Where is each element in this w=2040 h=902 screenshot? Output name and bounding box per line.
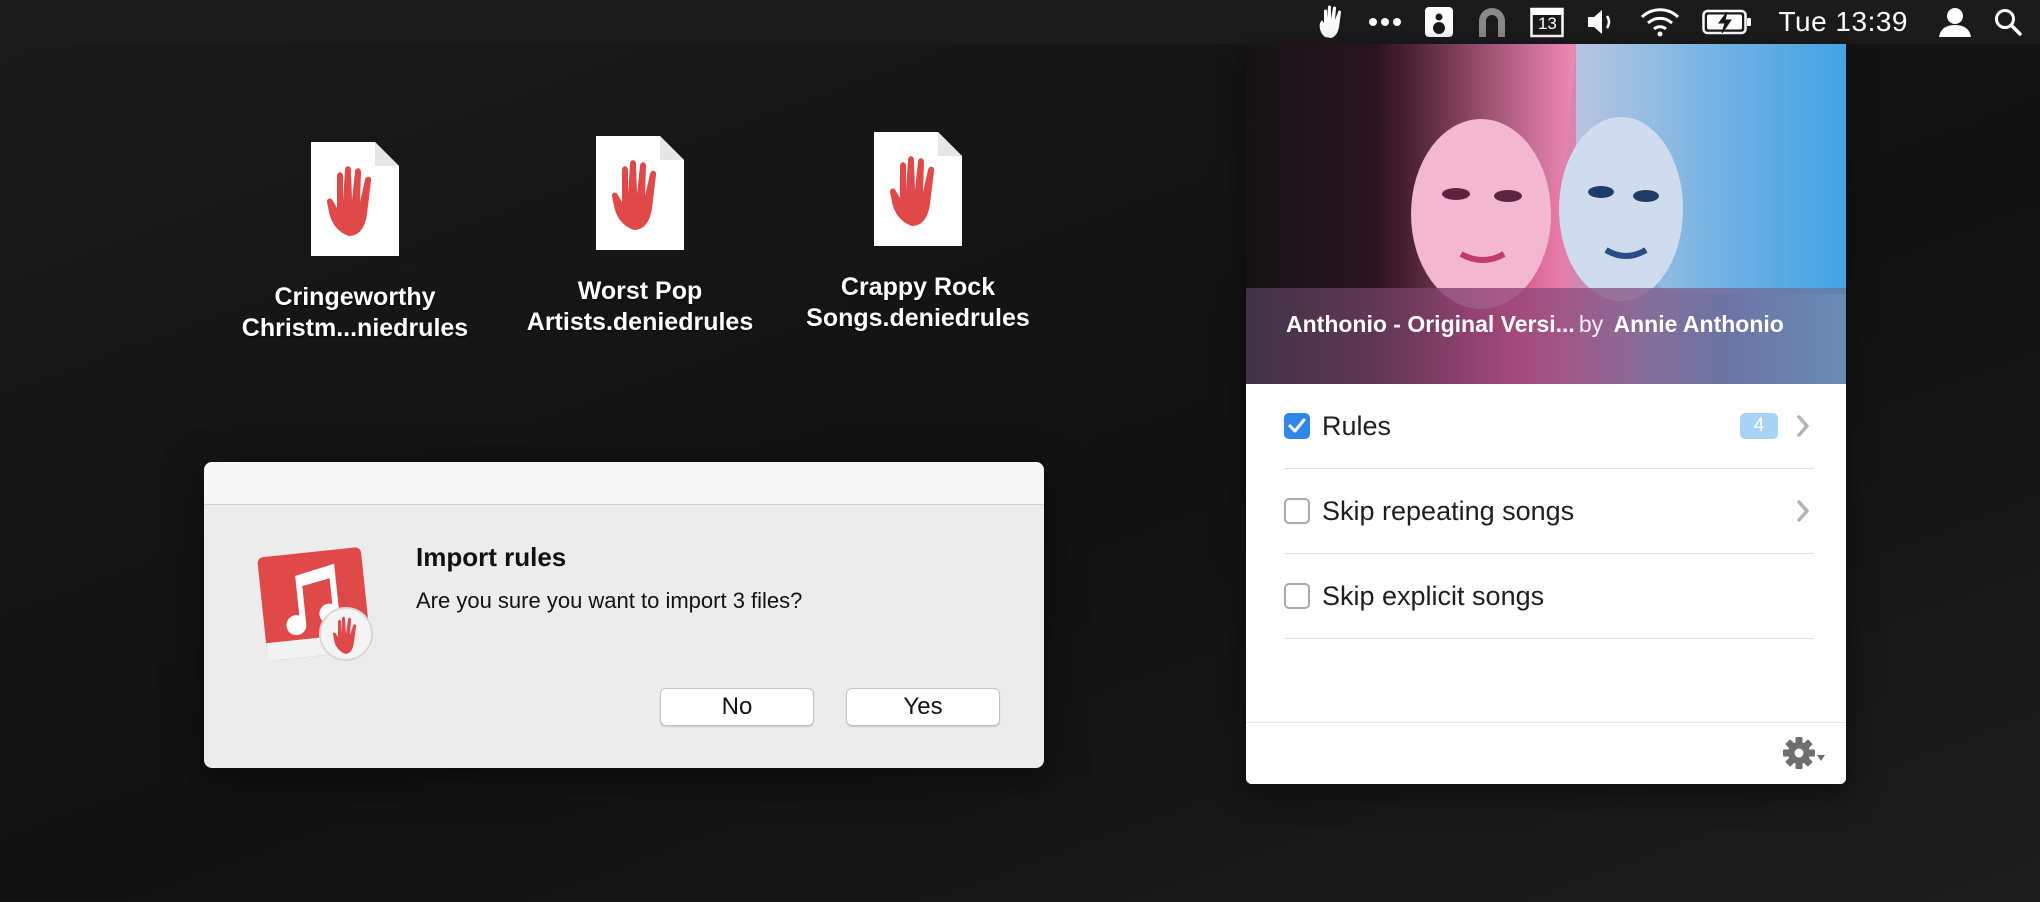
rules-count-badge: 4 [1740, 413, 1778, 439]
file-name-line: Christm...niedrules [241, 314, 469, 342]
magnet-icon[interactable] [1476, 0, 1508, 44]
dialog-title: Import rules [416, 542, 567, 572]
desktop-file-crappy-rock[interactable]: Crappy Rock Songs.deniedrules [768, 130, 1068, 334]
option-skip-explicit[interactable]: Skip explicit songs [1284, 554, 1814, 639]
option-label: Rules [1322, 410, 1392, 441]
file-name: Worst Pop Artists.deniedrules [490, 276, 790, 338]
import-rules-dialog: Import rules Are you sure you want to im… [204, 462, 1044, 768]
chevron-right-icon[interactable] [1796, 414, 1810, 438]
battery-charging-icon[interactable] [1702, 0, 1752, 44]
skip-repeating-checkbox[interactable] [1284, 498, 1310, 524]
desktop-file-worst-pop[interactable]: Worst Pop Artists.deniedrules [490, 134, 790, 338]
desktop-file-cringeworthy[interactable]: Cringeworthy Christm...niedrules [205, 140, 505, 344]
chevron-right-icon[interactable] [1796, 499, 1810, 523]
option-label: Skip explicit songs [1322, 580, 1545, 611]
track-artist: Annie Anthonio [1613, 311, 1784, 337]
denied-hand-icon[interactable] [1316, 0, 1346, 44]
wifi-icon[interactable] [1640, 0, 1680, 44]
now-playing-info: Anthonio - Original Versi... by Annie Ant… [1246, 288, 1846, 384]
option-skip-repeating[interactable]: Skip repeating songs [1284, 469, 1814, 554]
no-button[interactable]: No [660, 688, 814, 726]
speaker-box-icon[interactable] [1424, 0, 1454, 44]
now-playing-popover: Anthonio - Original Versi... by Annie Ant… [1246, 44, 1846, 784]
file-name: Crappy Rock Songs.deniedrules [768, 272, 1068, 334]
calendar-day: 13 [1537, 14, 1557, 33]
file-name-line: Worst Pop [577, 277, 703, 305]
dialog-message: Are you sure you want to import 3 files? [416, 588, 803, 613]
menu-bar: 13 Tue 13:39 [0, 0, 2040, 44]
gear-icon[interactable] [1782, 735, 1826, 771]
rules-checkbox[interactable] [1284, 413, 1310, 439]
panel-footer [1246, 722, 1846, 784]
skip-explicit-checkbox[interactable] [1284, 583, 1310, 609]
file-name-line: Cringeworthy [274, 283, 436, 311]
checkmark-icon [1288, 418, 1306, 433]
spotlight-search-icon[interactable] [1994, 0, 2022, 44]
more-dots-icon[interactable] [1368, 0, 1402, 44]
option-rules[interactable]: Rules 4 [1284, 384, 1814, 469]
document-icon [872, 130, 964, 248]
document-icon [309, 140, 401, 258]
by-label: by [1578, 311, 1604, 337]
option-label: Skip repeating songs [1322, 495, 1575, 526]
yes-button[interactable]: Yes [846, 688, 1000, 726]
track-title: Anthonio - Original Versi... [1286, 311, 1575, 337]
calendar-icon[interactable]: 13 [1530, 0, 1565, 44]
volume-icon[interactable] [1586, 0, 1618, 44]
file-name-line: Artists.deniedrules [526, 308, 754, 336]
file-name-line: Crappy Rock [840, 273, 996, 301]
file-name: Cringeworthy Christm...niedrules [205, 282, 505, 344]
document-icon [594, 134, 686, 252]
file-name-line: Songs.deniedrules [806, 304, 1030, 332]
dialog-titlebar[interactable] [204, 462, 1044, 505]
clock[interactable]: Tue 13:39 [1778, 6, 1908, 38]
app-icon [254, 542, 384, 672]
options-list: Rules 4 Skip repeating songs Skip explic… [1284, 384, 1814, 639]
user-icon[interactable] [1938, 0, 1972, 44]
